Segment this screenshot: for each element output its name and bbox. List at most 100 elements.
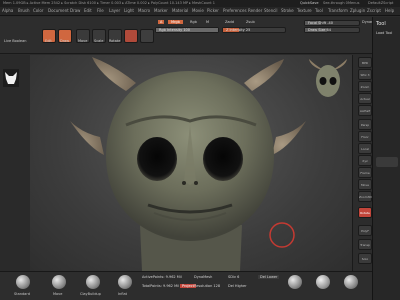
edit-label: Edit (45, 39, 52, 43)
del-higher-button[interactable]: Del Higher (228, 284, 247, 288)
frame-button[interactable]: Frame (358, 167, 372, 178)
material-sphere-1-icon[interactable] (288, 275, 302, 289)
solo-button[interactable]: Solo (358, 253, 372, 264)
right-nostril (194, 181, 198, 185)
move-button[interactable]: Move (76, 29, 90, 43)
menu-material[interactable]: Material (172, 8, 188, 13)
xyz-button[interactable]: Xyz (358, 155, 372, 166)
draw-button[interactable]: Draw (58, 29, 72, 43)
aahalf-button[interactable]: AAHalf (358, 105, 372, 116)
right-shelf: BPR SPix 3 Zoom Actual AAHalf Persp Floo… (352, 55, 372, 271)
focal-shift-label: Focal Shift -40 (308, 21, 333, 25)
draw-label: Draw (60, 39, 70, 43)
move-brush-icon[interactable] (52, 275, 66, 289)
scale-button[interactable]: Scale (92, 29, 106, 43)
local-button[interactable]: Local (358, 143, 372, 154)
zoom3d-button[interactable]: Zoom3D (358, 191, 372, 202)
menu-color[interactable]: Color (33, 8, 43, 13)
menu-edit[interactable]: Edit (84, 8, 92, 13)
left-eye (137, 137, 177, 181)
menu-tool[interactable]: Tool (315, 8, 323, 13)
menu-draw[interactable]: Draw (70, 8, 80, 13)
standard-brush-icon[interactable] (16, 275, 30, 289)
rgb-intensity-slider[interactable]: Rgb Intensity 100 (155, 27, 219, 33)
a-toggle[interactable]: A (158, 20, 165, 24)
claybuildup-brush-label: ClayBuildup (80, 292, 101, 296)
rgb-toggle[interactable]: Rgb (190, 20, 197, 24)
texture-swatch[interactable] (140, 29, 154, 43)
material-sphere-3-icon[interactable] (344, 275, 358, 289)
m-toggle[interactable]: M (206, 20, 209, 24)
z-intensity-label: Z Intensity 25 (226, 28, 251, 32)
mrgb-toggle[interactable]: Mrgb (168, 20, 183, 24)
menu-stencil[interactable]: Stencil (264, 8, 278, 13)
persp-button[interactable]: Persp (358, 119, 372, 130)
menu-render[interactable]: Render (248, 8, 262, 13)
transp-button[interactable]: Transp (358, 239, 372, 250)
menu-marker[interactable]: Marker (154, 8, 168, 13)
menu-layer[interactable]: Layer (109, 8, 120, 13)
actual-button[interactable]: Actual (358, 93, 372, 104)
bpr-button[interactable]: BPR (358, 57, 372, 68)
see-through-slider[interactable]: See-through 0 (323, 1, 348, 5)
menu-light[interactable]: Light (124, 8, 134, 13)
sdiv-slider[interactable]: SDiv 6 (228, 275, 239, 279)
menu-document[interactable]: Document (48, 8, 69, 13)
load-tool-button[interactable]: Load Tool (376, 31, 392, 35)
status-text: Mem 1.09GB ▸ Active Mem 2542 ▸ Scratch D… (3, 1, 216, 5)
total-points-readout: TotalPoints: 9.962 Mil (142, 284, 180, 288)
title-bar: Mem 1.09GB ▸ Active Mem 2542 ▸ Scratch D… (0, 0, 400, 7)
bottom-shelf: Standard Move ClayBuildup Inflat ActiveP… (0, 271, 372, 300)
quicksave-button[interactable]: QuickSave (300, 1, 319, 5)
del-lower-button[interactable]: Del Lower (258, 275, 280, 279)
left-spike (70, 121, 104, 155)
live-boolean-button[interactable]: Live Boolean (4, 39, 26, 43)
claybuildup-brush-icon[interactable] (86, 275, 100, 289)
material-sphere-2-icon[interactable] (316, 275, 330, 289)
menu-alpha[interactable]: Alpha (2, 8, 13, 13)
menu-zscript[interactable]: Zscript (367, 8, 381, 13)
menus-button[interactable]: Menus (348, 1, 359, 5)
draw-size-slider[interactable]: Draw Size 64 (304, 27, 360, 33)
resolution-slider[interactable]: Resolution 128 (194, 284, 220, 288)
menu-help[interactable]: Help (385, 8, 394, 13)
zoom-button[interactable]: Zoom (358, 81, 372, 92)
menu-stroke[interactable]: Stroke (281, 8, 294, 13)
menu-picker[interactable]: Picker (207, 8, 219, 13)
default-zscript-button[interactable]: DefaultZScript (368, 1, 393, 5)
focal-shift-slider[interactable]: Focal Shift -40 (304, 20, 360, 26)
rotate-view-button[interactable]: Rotate (358, 207, 372, 218)
tray-panel-button[interactable] (376, 157, 398, 167)
draw-size-label: Draw Size 64 (308, 28, 332, 32)
menu-brush[interactable]: Brush (18, 8, 30, 13)
move-view-button[interactable]: Move (358, 179, 372, 190)
z-intensity-slider[interactable]: Z Intensity 25 (222, 27, 286, 33)
left-horn (92, 57, 136, 91)
material-swatch[interactable] (124, 29, 138, 43)
canvas-viewport[interactable] (30, 55, 352, 271)
inflat-brush-label: Inflat (118, 292, 127, 296)
floor-button[interactable]: Floor (358, 131, 372, 142)
zsub-toggle[interactable]: Zsub (246, 20, 255, 24)
right-eye (203, 137, 243, 181)
menu-file[interactable]: File (97, 8, 104, 13)
alpha-thumbnail-icon[interactable] (3, 69, 19, 87)
spix-button[interactable]: SPix 3 (358, 69, 372, 80)
edit-button[interactable]: Edit (42, 29, 56, 43)
rgb-intensity-label: Rgb Intensity 100 (159, 28, 191, 32)
menu-zplugin[interactable]: Zplugin (350, 8, 365, 13)
rotate-button[interactable]: Rotate (108, 29, 122, 43)
menu-macro[interactable]: Macro (138, 8, 150, 13)
top-shelf: Live Boolean Edit Draw Move Scale Rotate… (0, 17, 377, 54)
polyf-button[interactable]: PolyF (358, 225, 372, 236)
menu-texture[interactable]: Texture (297, 8, 312, 13)
rotate-label: Rotate (109, 39, 121, 43)
menu-preferences[interactable]: Preferences (223, 8, 247, 13)
dynamesh-button[interactable]: DynaMesh (194, 275, 212, 279)
zadd-toggle[interactable]: Zadd (225, 20, 234, 24)
inflat-brush-icon[interactable] (118, 275, 132, 289)
menu-movie[interactable]: Movie (192, 8, 204, 13)
menu-transform[interactable]: Transform (328, 8, 348, 13)
navigation-thumbnail[interactable] (309, 59, 347, 97)
tool-panel-title: Tool (376, 21, 386, 27)
